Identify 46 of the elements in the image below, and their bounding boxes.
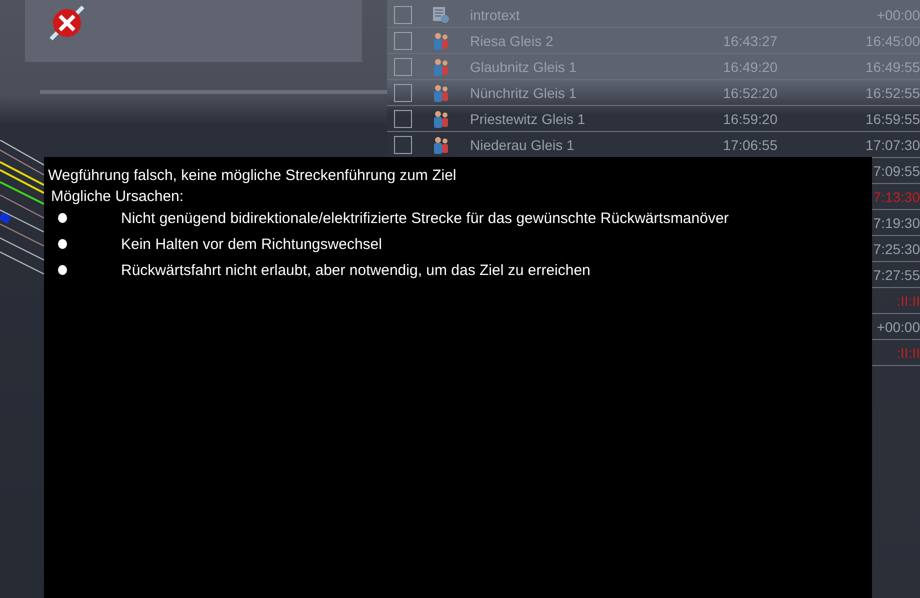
checkbox[interactable] [394, 136, 412, 154]
checkbox[interactable] [394, 6, 412, 24]
people-icon [432, 84, 450, 102]
stop-name: Niederau Gleis 1 [470, 136, 574, 152]
departure-time: 7:09:55 [873, 162, 920, 178]
departure-time: 7:13:30 [873, 188, 920, 204]
departure-time: 16:45:00 [866, 32, 920, 48]
causes-heading: Mögliche Ursachen: [51, 188, 185, 205]
cause-text: Nicht genügend bidirektionale/elektrifizierte Strecke für das gewünschte Rückwärtsmanöver [121, 210, 729, 226]
arrival-time: 16:52:20 [723, 84, 778, 100]
people-icon [432, 110, 450, 128]
departure-time: +00:00 [876, 318, 920, 334]
arrival-time: 16:49:20 [723, 58, 778, 74]
departure-time: 7:25:30 [873, 240, 920, 256]
departure-time: +00:00 [876, 6, 920, 22]
checkbox[interactable] [394, 110, 412, 128]
departure-time: 7:27:55 [873, 266, 920, 282]
departure-time: 17:07:30 [866, 136, 920, 152]
cause-text: Rückwärtsfahrt nicht erlaubt, aber notwendig, um das Ziel zu erreichen [121, 262, 590, 278]
disconnect-icon[interactable] [47, 3, 87, 43]
checkbox[interactable] [394, 32, 412, 50]
checkbox[interactable] [394, 58, 412, 76]
arrival-time: 17:06:55 [723, 136, 778, 152]
bullet-icon [58, 213, 67, 223]
bullet-icon [58, 265, 67, 275]
people-icon [432, 136, 450, 154]
departure-time: 7:19:30 [873, 214, 920, 230]
departure-time: 16:59:55 [866, 110, 920, 126]
people-icon [432, 32, 450, 50]
stop-name: Glaubnitz Gleis 1 [470, 58, 577, 74]
stop-name: Riesa Gleis 2 [470, 32, 554, 48]
arrival-time: 16:59:20 [723, 110, 778, 126]
arrival-time: 16:43:27 [723, 32, 778, 48]
departure-time: :II:II [896, 292, 920, 308]
message-title: Wegführung falsch, keine mögliche Streckenführung zum Ziel [48, 167, 458, 184]
departure-time: :II:II [896, 344, 920, 360]
departure-time: 16:49:55 [866, 58, 920, 74]
stop-name: introtext [470, 6, 520, 22]
stop-name: Priestewitz Gleis 1 [470, 110, 586, 126]
stop-name: Nünchritz Gleis 1 [470, 84, 577, 100]
departure-time: 16:52:55 [866, 84, 920, 100]
document-gear-icon [432, 6, 450, 24]
checkbox[interactable] [394, 84, 412, 102]
cause-text: Kein Halten vor dem Richtungswechsel [121, 236, 382, 252]
people-icon [432, 58, 450, 76]
bullet-icon [58, 239, 67, 249]
